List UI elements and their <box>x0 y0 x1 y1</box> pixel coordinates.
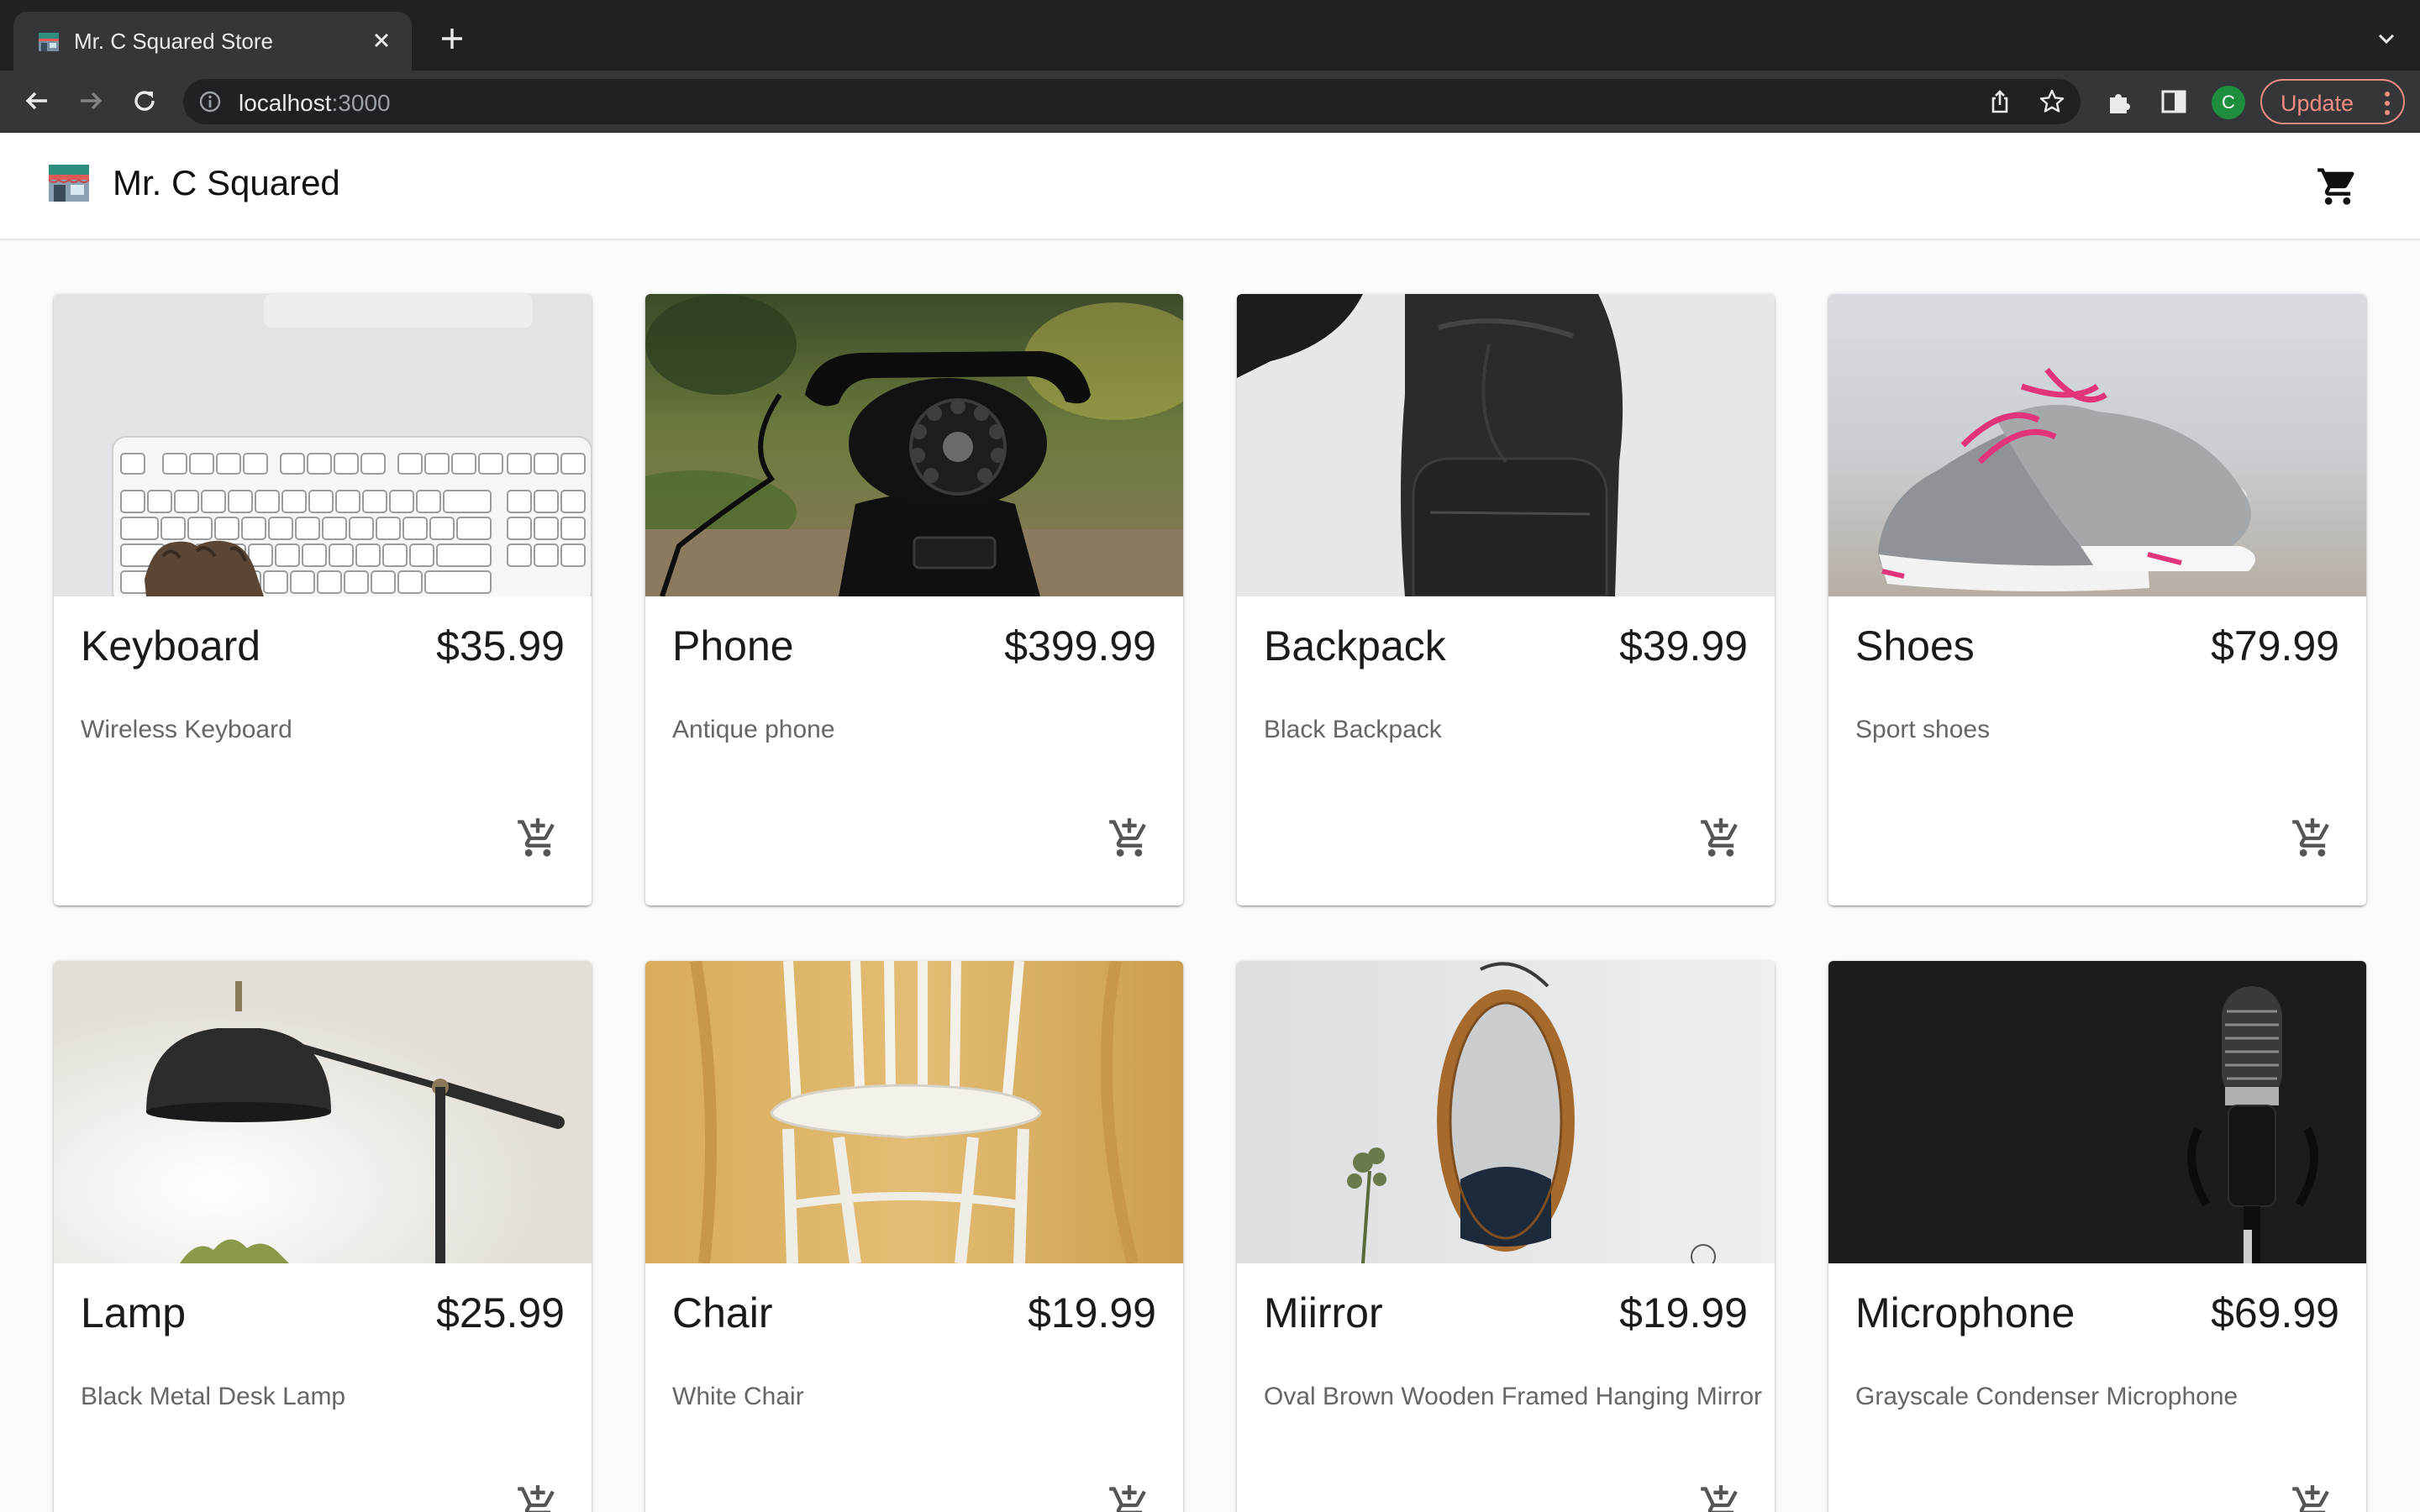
add-shopping-cart-icon[interactable] <box>1699 816 1743 860</box>
app-brand-title[interactable]: Mr. C Squared <box>113 163 340 203</box>
update-label: Update <box>2281 91 2354 116</box>
add-shopping-cart-icon[interactable] <box>1699 1483 1743 1512</box>
product-name: Lamp <box>81 1289 187 1336</box>
product-card: Microphone $69.99 Grayscale Condenser Mi… <box>1828 961 2366 1512</box>
extensions-puzzle-icon[interactable] <box>2104 86 2136 118</box>
product-card: Backpack $39.99 Black Backpack <box>1237 294 1775 906</box>
add-shopping-cart-icon[interactable] <box>516 816 560 860</box>
chevron-down-icon[interactable] <box>2373 25 2400 52</box>
share-icon[interactable] <box>1986 88 2013 115</box>
product-image-shoes <box>1828 294 2366 596</box>
product-card: Keyboard $35.99 Wireless Keyboard <box>54 294 592 906</box>
product-image-phone <box>645 294 1183 596</box>
product-description: Black Backpack <box>1264 716 1442 743</box>
browser-tab-bar: Mr. C Squared Store <box>0 0 2420 71</box>
product-image-microphone <box>1828 961 2366 1263</box>
close-icon[interactable] <box>366 25 397 55</box>
product-card: Phone $399.99 Antique phone <box>645 294 1183 906</box>
product-name: Microphone <box>1855 1289 2075 1336</box>
product-description: Wireless Keyboard <box>81 716 292 743</box>
product-description: Antique phone <box>672 716 835 743</box>
product-price: $19.99 <box>1028 1289 1156 1336</box>
product-image-keyboard <box>54 294 592 596</box>
update-button[interactable]: Update <box>2260 79 2405 124</box>
product-name: Backpack <box>1264 622 1446 669</box>
app-header: Mr. C Squared <box>0 133 2420 240</box>
forward-arrow-icon[interactable] <box>74 84 108 118</box>
side-panel-icon[interactable] <box>2158 86 2190 118</box>
back-arrow-icon[interactable] <box>20 84 54 118</box>
url-port: :3000 <box>331 90 391 116</box>
store-logo-icon <box>48 165 90 202</box>
product-card: Miirror $19.99 Oval Brown Wooden Framed … <box>1237 961 1775 1512</box>
product-name: Miirror <box>1264 1289 1383 1336</box>
url-text: localhost:3000 <box>239 90 391 117</box>
browser-tab[interactable]: Mr. C Squared Store <box>13 12 412 71</box>
product-card: Lamp $25.99 Black Metal Desk Lamp <box>54 961 592 1512</box>
add-shopping-cart-icon[interactable] <box>1107 1483 1151 1512</box>
bookmark-star-icon[interactable] <box>2039 88 2065 115</box>
product-price: $399.99 <box>1004 622 1156 669</box>
product-description: Sport shoes <box>1855 716 1991 743</box>
product-image-mirror <box>1237 961 1775 1263</box>
product-price: $19.99 <box>1619 1289 1748 1336</box>
product-name: Phone <box>672 622 794 669</box>
store-favicon-icon <box>39 33 59 51</box>
product-description: Grayscale Condenser Microphone <box>1855 1383 2238 1410</box>
add-shopping-cart-icon[interactable] <box>2291 1483 2334 1512</box>
url-host: localhost <box>239 90 332 116</box>
product-image-lamp <box>54 961 592 1263</box>
product-name: Keyboard <box>81 622 261 669</box>
address-bar[interactable]: localhost:3000 <box>183 79 2081 124</box>
product-image-backpack <box>1237 294 1775 596</box>
product-price: $39.99 <box>1619 622 1748 669</box>
product-card: Chair $19.99 White Chair <box>645 961 1183 1512</box>
profile-avatar[interactable]: C <box>2212 86 2245 119</box>
new-tab-icon[interactable] <box>437 24 467 54</box>
tab-title: Mr. C Squared Store <box>74 29 273 54</box>
product-price: $35.99 <box>436 622 565 669</box>
more-vertical-icon <box>2385 92 2390 115</box>
product-description: White Chair <box>672 1383 804 1410</box>
product-description: Black Metal Desk Lamp <box>81 1383 346 1410</box>
product-price: $79.99 <box>2211 622 2339 669</box>
product-price: $69.99 <box>2211 1289 2339 1336</box>
browser-toolbar: localhost:3000 C Update <box>0 71 2420 133</box>
product-price: $25.99 <box>436 1289 565 1336</box>
add-shopping-cart-icon[interactable] <box>2291 816 2334 860</box>
add-shopping-cart-icon[interactable] <box>1107 816 1151 860</box>
product-description: Oval Brown Wooden Framed Hanging Mirror <box>1264 1383 1763 1410</box>
add-shopping-cart-icon[interactable] <box>516 1483 560 1512</box>
product-image-chair <box>645 961 1183 1263</box>
info-icon[interactable] <box>198 90 222 113</box>
product-card: Shoes $79.99 Sport shoes <box>1828 294 2366 906</box>
product-name: Shoes <box>1855 622 1975 669</box>
product-name: Chair <box>672 1289 773 1336</box>
reload-icon[interactable] <box>128 84 161 118</box>
shopping-cart-icon[interactable] <box>2316 165 2360 208</box>
